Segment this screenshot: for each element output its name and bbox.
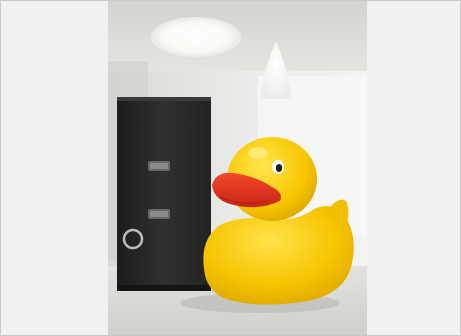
ceiling-lamp-icon bbox=[151, 17, 241, 57]
photo-canvas bbox=[108, 1, 367, 335]
photo-rubber-duck-and-binder bbox=[108, 1, 367, 335]
image-viewer bbox=[0, 0, 461, 336]
black-ring-binder-icon bbox=[117, 97, 211, 291]
